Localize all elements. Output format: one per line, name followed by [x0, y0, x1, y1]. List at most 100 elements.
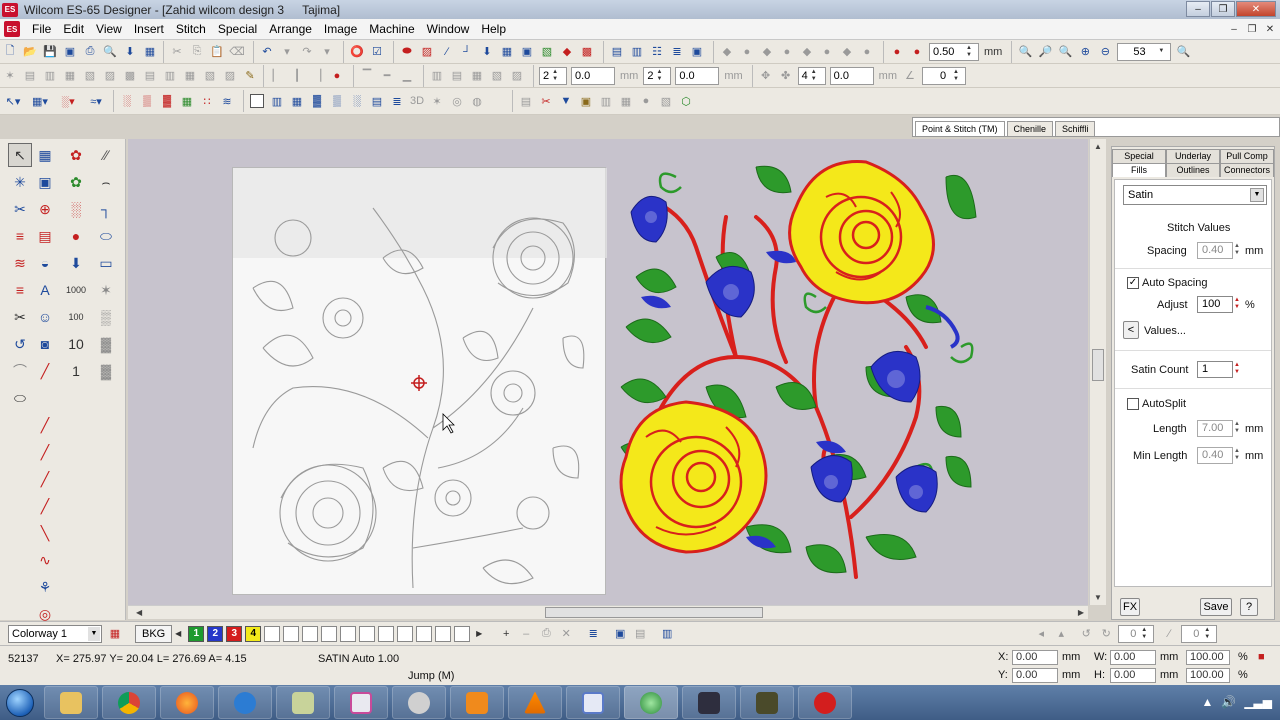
- group-icon[interactable]: ✶: [1, 67, 19, 85]
- restore-icon[interactable]: ❐: [1211, 1, 1235, 17]
- line-tool-3-icon[interactable]: ╱: [33, 467, 57, 491]
- trim-icon[interactable]: ✂: [537, 92, 555, 110]
- stamp-icon[interactable]: ●: [64, 224, 88, 248]
- reshape-icon-3[interactable]: ◆: [758, 43, 776, 61]
- angle-line-icon[interactable]: ┐: [94, 197, 118, 221]
- wave-stitch-icon[interactable]: ≋: [8, 251, 32, 275]
- skew-spinner[interactable]: ▲ ▼: [1204, 626, 1213, 642]
- angle-field[interactable]: 0 ▲ ▼: [921, 66, 966, 85]
- array-spinner-3[interactable]: ▲ ▼: [656, 68, 665, 84]
- save-as-icon[interactable]: ▣: [61, 43, 79, 61]
- values-back-button[interactable]: <: [1123, 321, 1139, 339]
- redo-dropdown-icon[interactable]: ▾: [318, 43, 336, 61]
- save-button[interactable]: Save: [1200, 598, 1232, 616]
- ungroup-icon[interactable]: ▤: [21, 67, 39, 85]
- arrange-icon-12[interactable]: ▨: [221, 67, 239, 85]
- zoom-out-icon[interactable]: 🔍: [1056, 43, 1074, 61]
- rotate-right-icon[interactable]: ↻: [1097, 625, 1115, 643]
- empty-color-slot[interactable]: [454, 625, 471, 642]
- vertical-scroll-thumb[interactable]: [1092, 349, 1104, 381]
- align-left-icon[interactable]: ▏: [268, 67, 286, 85]
- remove-color-icon[interactable]: –: [517, 625, 535, 643]
- ten-icon[interactable]: 10: [64, 332, 88, 356]
- menu-arrange[interactable]: Arrange: [263, 22, 318, 36]
- effect-icon-1[interactable]: [248, 92, 266, 110]
- color-swatch[interactable]: 2: [207, 625, 224, 642]
- add-color-icon[interactable]: +: [497, 625, 515, 643]
- taskbar-wilcom-icon[interactable]: [798, 686, 852, 719]
- cut-icon[interactable]: ✂: [168, 43, 186, 61]
- make-same-icon[interactable]: ▨: [508, 67, 526, 85]
- show-needle-points-icon[interactable]: ∕: [438, 43, 456, 61]
- reshape-icon-1[interactable]: ◆: [718, 43, 736, 61]
- empty-color-slot[interactable]: [435, 625, 452, 642]
- target-icon[interactable]: ⊕: [33, 197, 57, 221]
- effect-icon-12[interactable]: ◍: [468, 92, 486, 110]
- empty-color-slot[interactable]: [264, 625, 281, 642]
- angle-icon[interactable]: ∠: [901, 67, 919, 85]
- satin-count-spinner[interactable]: ▲ ▼: [1232, 362, 1242, 377]
- color-film-icon[interactable]: ☷: [648, 43, 666, 61]
- input-a-icon[interactable]: ≡: [8, 224, 32, 248]
- effect-icon-8[interactable]: ≣: [388, 92, 406, 110]
- tray-arrow-icon[interactable]: ▲: [1201, 695, 1213, 709]
- background-button[interactable]: BKG: [135, 624, 173, 643]
- menu-window[interactable]: Window: [421, 22, 476, 36]
- color-list-icon[interactable]: ≣: [584, 625, 602, 643]
- texture-icon[interactable]: ▓: [94, 332, 118, 356]
- func-icon-5[interactable]: ▥: [597, 92, 615, 110]
- space-h-icon[interactable]: ▦: [468, 67, 486, 85]
- angle-spinner[interactable]: ▲ ▼: [953, 68, 962, 84]
- design-canvas[interactable]: [128, 139, 1088, 605]
- arrange-icon-11[interactable]: ▧: [201, 67, 219, 85]
- menu-special[interactable]: Special: [212, 22, 263, 36]
- overview-icon[interactable]: ▣: [688, 43, 706, 61]
- motif-fill-icon[interactable]: ∷: [198, 92, 216, 110]
- mirror-v-icon[interactable]: ▴: [1052, 625, 1070, 643]
- diagonal-hatch-icon[interactable]: ∕∕: [94, 143, 118, 167]
- pan-icon[interactable]: 🔍: [1174, 43, 1192, 61]
- reshape-tool-icon[interactable]: ▦▾: [27, 92, 53, 110]
- one-icon[interactable]: 1: [64, 359, 88, 383]
- align-top-icon[interactable]: ▔: [358, 67, 376, 85]
- ellipse-icon[interactable]: ⬭: [94, 224, 118, 248]
- show-outlines-icon[interactable]: ▨: [418, 43, 436, 61]
- texture-alt-icon[interactable]: ▓: [94, 359, 118, 383]
- wreath-spinner[interactable]: ▲ ▼: [811, 68, 820, 84]
- length-field[interactable]: 7.00: [1197, 420, 1233, 437]
- doc-minimize-icon[interactable]: –: [1226, 22, 1242, 36]
- minimize-icon[interactable]: –: [1186, 1, 1210, 17]
- scissors-icon[interactable]: ✂: [8, 197, 32, 221]
- func-icon-8[interactable]: ▧: [657, 92, 675, 110]
- wreath-icon[interactable]: ✥: [757, 67, 775, 85]
- reshape-icon-8[interactable]: ●: [858, 43, 876, 61]
- stitch-list-icon[interactable]: ≣: [668, 43, 686, 61]
- func-icon-4[interactable]: ▣: [577, 92, 595, 110]
- line-run-icon[interactable]: ╱: [33, 359, 57, 383]
- menu-edit[interactable]: Edit: [57, 22, 90, 36]
- fill-type-select[interactable]: Satin ▼: [1123, 185, 1267, 205]
- align-center-icon[interactable]: ┃: [288, 67, 306, 85]
- kaleido-icon[interactable]: ✤: [777, 67, 795, 85]
- program-split-icon[interactable]: ▓: [158, 92, 176, 110]
- redo-icon[interactable]: ↷: [298, 43, 316, 61]
- input-b-icon[interactable]: ▤: [33, 224, 57, 248]
- hundred-icon[interactable]: 100: [64, 305, 88, 329]
- lock-colors-icon[interactable]: ▤: [631, 625, 649, 643]
- autosplit-checkbox[interactable]: [1127, 398, 1139, 410]
- arrange-icon-10[interactable]: ▦: [181, 67, 199, 85]
- print-icon[interactable]: ⎙: [81, 43, 99, 61]
- stitch-length-spinner[interactable]: ▲ ▼: [966, 44, 975, 60]
- effect-icon-6[interactable]: ░: [348, 92, 366, 110]
- zoom-dropdown-icon[interactable]: ▼: [1158, 44, 1167, 60]
- satin-column-icon[interactable]: ░: [64, 197, 88, 221]
- effect-icon-7[interactable]: ▤: [368, 92, 386, 110]
- taskbar-paint-icon[interactable]: [566, 686, 620, 719]
- wave-fill-icon[interactable]: ≋: [218, 92, 236, 110]
- needle-icon[interactable]: ⬇: [64, 251, 88, 275]
- tab-underlay[interactable]: Underlay: [1166, 149, 1220, 163]
- menu-stitch[interactable]: Stitch: [170, 22, 212, 36]
- tab-connectors[interactable]: Connectors: [1220, 163, 1274, 177]
- width-percent-field[interactable]: 100.00: [1186, 650, 1230, 665]
- menu-image[interactable]: Image: [318, 22, 363, 36]
